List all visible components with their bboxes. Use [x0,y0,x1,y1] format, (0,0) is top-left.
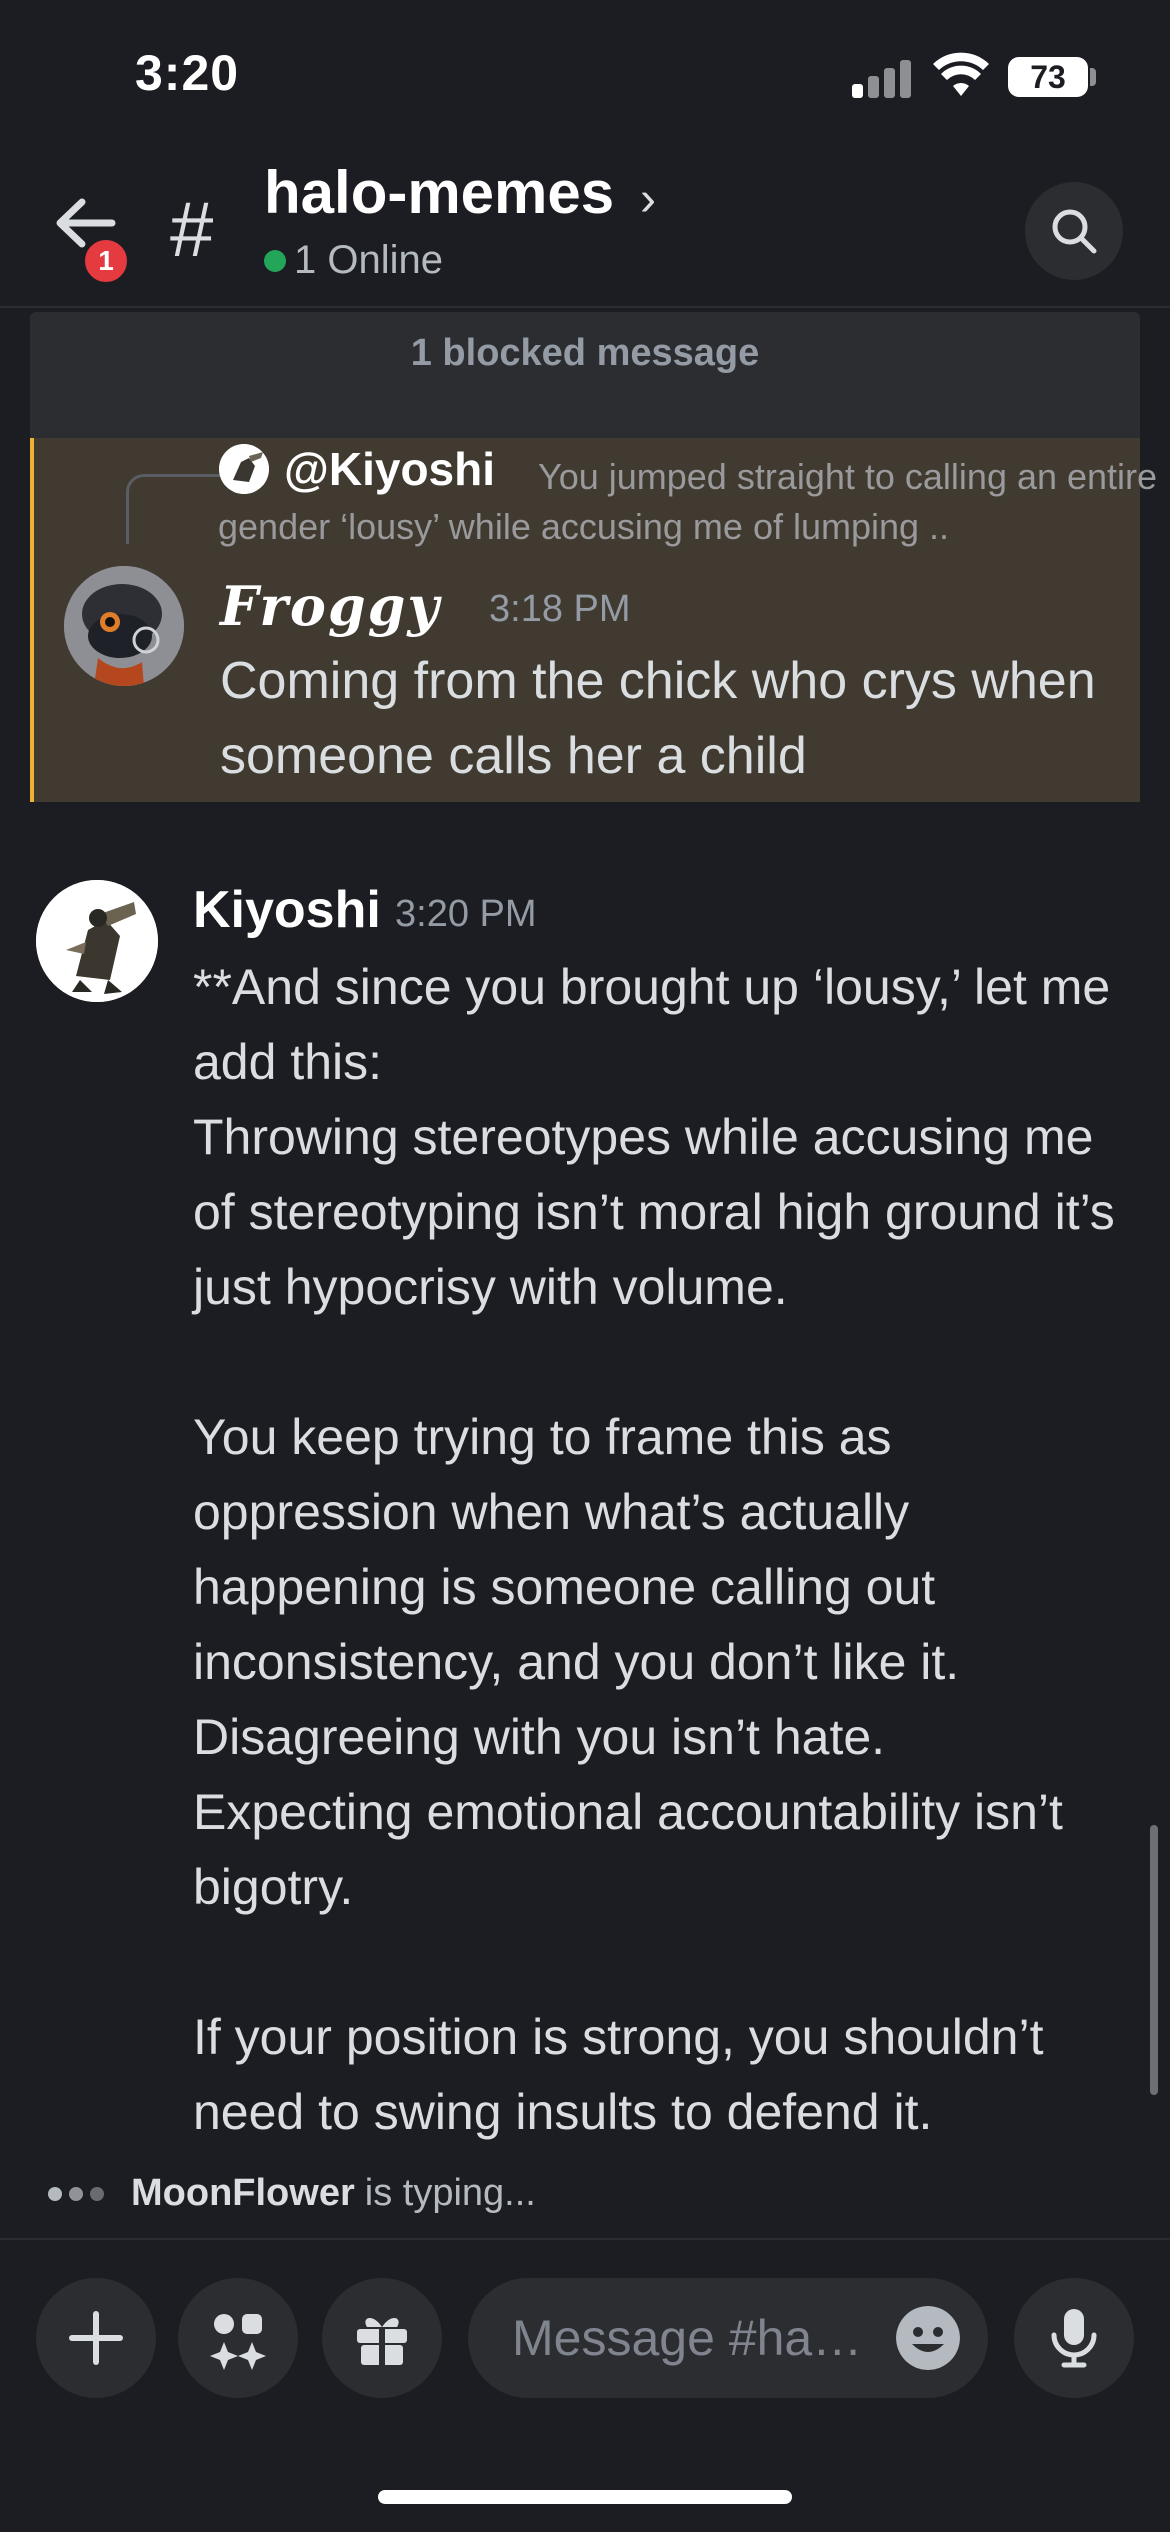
scrollbar[interactable] [1150,1825,1158,2095]
froggy-avatar[interactable] [64,566,184,686]
kiyoshi-username[interactable]: Kiyoshi [193,880,381,940]
unread-badge: 1 [80,235,132,287]
voice-message-button[interactable] [1014,2278,1134,2398]
plus-icon [69,2311,123,2365]
message-paragraph: If your position is strong, you shouldn’… [193,2009,1044,2140]
microphone-icon [1051,2309,1097,2368]
reply-message[interactable]: You jumped straight to calling an entire… [30,438,1157,802]
status-time: 3:20 [135,45,240,101]
typing-label: is typing... [364,2172,536,2214]
apps-button[interactable] [178,2278,298,2398]
message-placeholder: Message #halo-memes [512,2310,872,2366]
kiyoshi-avatar[interactable] [36,880,158,1002]
blocked-message-banner[interactable]: 1 blocked message [30,312,1140,438]
typing-indicator: MoonFlower is typing... [48,2172,536,2215]
channel-header: 1 # halo-memes › 1 Online [0,150,1170,308]
message-composer: Message #halo-memes [0,2238,1170,2532]
message-paragraph: **And since you brought up ‘lousy,’ let … [193,959,1111,1090]
typing-username: MoonFlower [131,2172,355,2214]
battery-tip [1090,68,1096,86]
gift-icon [357,2317,407,2365]
message-paragraph: Throwing stereotypes while accusing me o… [193,1109,1115,1315]
search-icon [1052,209,1097,254]
replied-username[interactable]: @Kiyoshi [284,442,495,496]
kiyoshi-avatar-icon [36,880,158,1002]
battery-icon: 73 [1008,57,1088,97]
blocked-message-label: 1 blocked message [410,332,760,374]
channel-hash-icon: # [170,185,214,273]
status-bar: 3:20 73 [0,0,1170,150]
online-dot-icon [264,249,286,272]
emoji-icon[interactable] [896,2306,960,2370]
message-paragraph: Expecting emotional accountability isn’t… [193,1784,1063,1915]
message-paragraph: Disagreeing with you isn’t hate. [193,1709,886,1765]
kiyoshi-timestamp: 3:20 PM [395,893,537,935]
froggy-username[interactable]: Froggy [220,574,441,638]
froggy-timestamp: 3:18 PM [489,588,631,630]
chevron-right-icon[interactable]: › [640,172,656,227]
message-paragraph: You keep trying to frame this as oppress… [193,1409,960,1690]
reply-connector [126,474,226,544]
froggy-avatar-icon [64,566,184,686]
froggy-message-text: Coming from the chick who crys when some… [220,652,1096,785]
wifi-icon [933,52,989,96]
online-count: 1 Online [294,238,443,282]
search-button[interactable] [1025,182,1123,280]
gift-button[interactable] [322,2278,442,2398]
typing-dots-icon [48,2186,111,2201]
attach-button[interactable] [36,2278,156,2398]
kiyoshi-message-text: **And since you brought up ‘lousy,’ let … [193,950,1133,2150]
channel-name[interactable]: halo-memes [264,158,614,227]
apps-sparkle-icon [210,2314,266,2370]
home-indicator[interactable] [378,2490,792,2504]
cellular-signal-icon [852,58,912,98]
message-input[interactable]: Message #halo-memes [468,2278,988,2398]
online-status: 1 Online [264,238,443,283]
